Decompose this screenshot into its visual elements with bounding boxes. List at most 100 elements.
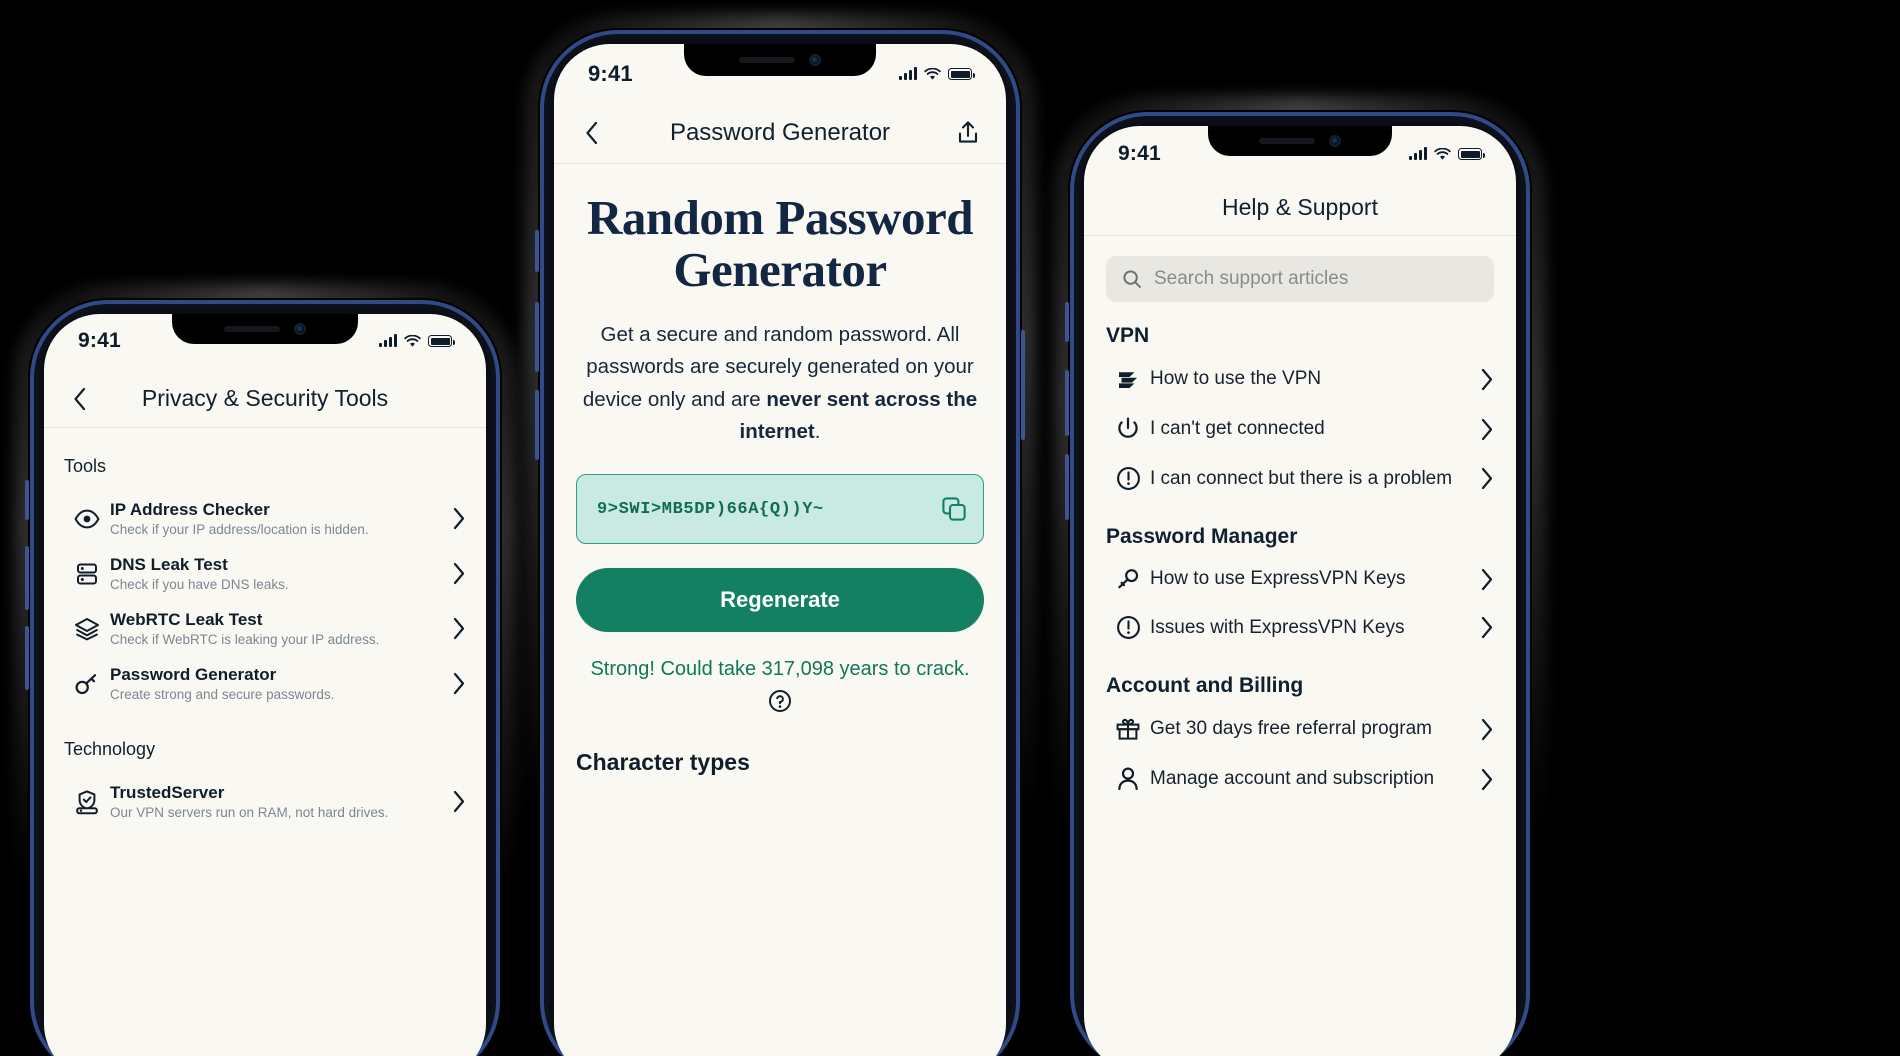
- chevron-right-icon: [1481, 768, 1493, 790]
- phone-center-password-generator: 9:41 Password Generator Random Password …: [524, 14, 1036, 1056]
- list-item[interactable]: Manage account and subscription: [1084, 754, 1516, 804]
- section-header-account-billing: Account and Billing: [1106, 674, 1304, 697]
- phone-screen: 9:41: [44, 314, 486, 1056]
- list-item[interactable]: DNS Leak Test Check if you have DNS leak…: [64, 546, 466, 601]
- generated-password-value: 9>SWI>MB5DP)66A{Q))Y~: [597, 499, 824, 519]
- back-button[interactable]: [570, 120, 614, 146]
- list-item[interactable]: Get 30 days free referral program: [1084, 704, 1516, 754]
- trusted-server-icon: [64, 789, 110, 815]
- mute-switch[interactable]: [25, 480, 29, 520]
- search-icon: [1123, 270, 1141, 288]
- volume-down-button[interactable]: [25, 626, 29, 690]
- list-item[interactable]: TrustedServer Our VPN servers run on RAM…: [64, 774, 466, 829]
- volume-up-button[interactable]: [1065, 370, 1069, 436]
- help-row: [554, 689, 1006, 713]
- status-bar: 9:41: [44, 314, 486, 354]
- section-header-vpn: VPN: [1106, 324, 1150, 347]
- screenshot-stage: 9:41 Privacy & Security Tools Tools IP A…: [0, 0, 1900, 1056]
- list-item-text: Password Generator Create strong and sec…: [110, 665, 452, 702]
- phone-left-privacy-security: 9:41 Privacy & Security Tools Tools IP A…: [14, 284, 516, 1056]
- mute-switch[interactable]: [1065, 302, 1069, 342]
- volume-up-button[interactable]: [535, 302, 539, 372]
- list-item-title: How to use the VPN: [1150, 368, 1322, 389]
- volume-down-button[interactable]: [535, 390, 539, 460]
- chevron-right-icon: [453, 672, 465, 695]
- list-item-text: WebRTC Leak Test Check if WebRTC is leak…: [110, 610, 452, 647]
- phone-screen: 9:41: [554, 44, 1006, 1056]
- page-title: Help & Support: [1222, 194, 1378, 220]
- chevron-right-icon: [453, 562, 465, 585]
- tools-list: Tools IP Address Checker Check if your I…: [44, 456, 486, 829]
- list-item-title: How to use ExpressVPN Keys: [1150, 568, 1406, 589]
- hero-title: Random Password Generator: [587, 190, 973, 298]
- description-emphasis: never sent across the internet: [739, 387, 978, 443]
- hero-description: Get a secure and random password. All pa…: [554, 297, 1006, 449]
- search-placeholder: Search support articles: [1154, 268, 1349, 289]
- list-item-text: Manage account and subscription: [1150, 768, 1480, 790]
- chevron-left-icon: [74, 387, 86, 410]
- generated-password-field[interactable]: 9>SWI>MB5DP)66A{Q))Y~: [576, 474, 984, 545]
- person-icon: [1106, 766, 1150, 792]
- list-item[interactable]: How to use the VPN: [1084, 354, 1516, 404]
- list-item-text: TrustedServer Our VPN servers run on RAM…: [110, 783, 452, 820]
- chevron-right-icon: [453, 790, 465, 813]
- section-header-tools: Tools: [64, 456, 107, 476]
- search-input[interactable]: Search support articles: [1106, 256, 1494, 302]
- chevron-left-icon: [586, 121, 598, 144]
- list-item-text: I can connect but there is a problem: [1150, 468, 1480, 490]
- battery-icon: [428, 335, 455, 347]
- mute-switch[interactable]: [535, 230, 539, 272]
- list-item-text: IP Address Checker Check if your IP addr…: [110, 500, 452, 537]
- list-item[interactable]: WebRTC Leak Test Check if WebRTC is leak…: [64, 601, 466, 656]
- list-item[interactable]: Issues with ExpressVPN Keys: [1084, 603, 1516, 652]
- alert-circle-icon: [1106, 466, 1150, 491]
- list-item[interactable]: Password Generator Create strong and sec…: [64, 656, 466, 711]
- expressvpn-logo-icon: [1106, 366, 1150, 392]
- list-item-subtitle: Check if you have DNS leaks.: [110, 577, 289, 592]
- share-upload-icon: [958, 120, 978, 143]
- battery-icon: [948, 68, 975, 80]
- list-item[interactable]: How to use ExpressVPN Keys: [1084, 555, 1516, 603]
- key-icon: [1106, 567, 1150, 591]
- list-item[interactable]: I can connect but there is a problem: [1084, 454, 1516, 503]
- volume-up-button[interactable]: [25, 546, 29, 610]
- power-button[interactable]: [1021, 330, 1025, 440]
- page-title: Password Generator: [669, 118, 891, 146]
- chevron-right-icon: [1481, 368, 1493, 390]
- server-icon: [64, 562, 110, 586]
- layers-icon: [64, 617, 110, 641]
- list-item-title: I can connect but there is a problem: [1150, 467, 1453, 489]
- status-bar: 9:41: [1084, 126, 1516, 168]
- back-button[interactable]: [58, 386, 102, 412]
- share-button[interactable]: [946, 120, 990, 146]
- section-header-password-manager: Password Manager: [1106, 525, 1298, 548]
- phone-screen: 9:41 Help & Support Search support artic…: [1084, 126, 1516, 1056]
- phone-right-help-support: 9:41 Help & Support Search support artic…: [1054, 96, 1546, 1056]
- list-item-text: DNS Leak Test Check if you have DNS leak…: [110, 555, 452, 592]
- page-title: Privacy & Security Tools: [141, 385, 389, 411]
- list-item-text: Get 30 days free referral program: [1150, 718, 1480, 740]
- list-item-subtitle: Our VPN servers run on RAM, not hard dri…: [110, 805, 389, 820]
- description-part-2: .: [814, 419, 821, 443]
- list-item-text: I can't get connected: [1150, 418, 1480, 440]
- list-item-title: Issues with ExpressVPN Keys: [1150, 616, 1405, 638]
- list-item-title: Manage account and subscription: [1150, 768, 1435, 789]
- key-icon: [64, 672, 110, 696]
- question-circle-icon[interactable]: [768, 689, 792, 713]
- cellular-signal-icon: [1409, 147, 1427, 160]
- wifi-icon: [924, 67, 941, 80]
- status-time: 9:41: [1118, 142, 1161, 165]
- list-item[interactable]: I can't get connected: [1084, 404, 1516, 454]
- regenerate-button[interactable]: Regenerate: [576, 568, 984, 633]
- list-item-subtitle: Create strong and secure passwords.: [110, 687, 335, 702]
- nav-bar: Privacy & Security Tools: [44, 370, 486, 428]
- volume-down-button[interactable]: [1065, 454, 1069, 520]
- list-item[interactable]: IP Address Checker Check if your IP addr…: [64, 491, 466, 546]
- copy-icon[interactable]: [941, 496, 967, 522]
- list-item-title: IP Address Checker: [110, 500, 270, 519]
- list-item-subtitle: Check if your IP address/location is hid…: [110, 522, 369, 537]
- wifi-icon: [1434, 147, 1451, 160]
- list-item-title: WebRTC Leak Test: [110, 610, 263, 629]
- list-item-text: How to use the VPN: [1150, 368, 1480, 390]
- battery-icon: [1458, 148, 1485, 160]
